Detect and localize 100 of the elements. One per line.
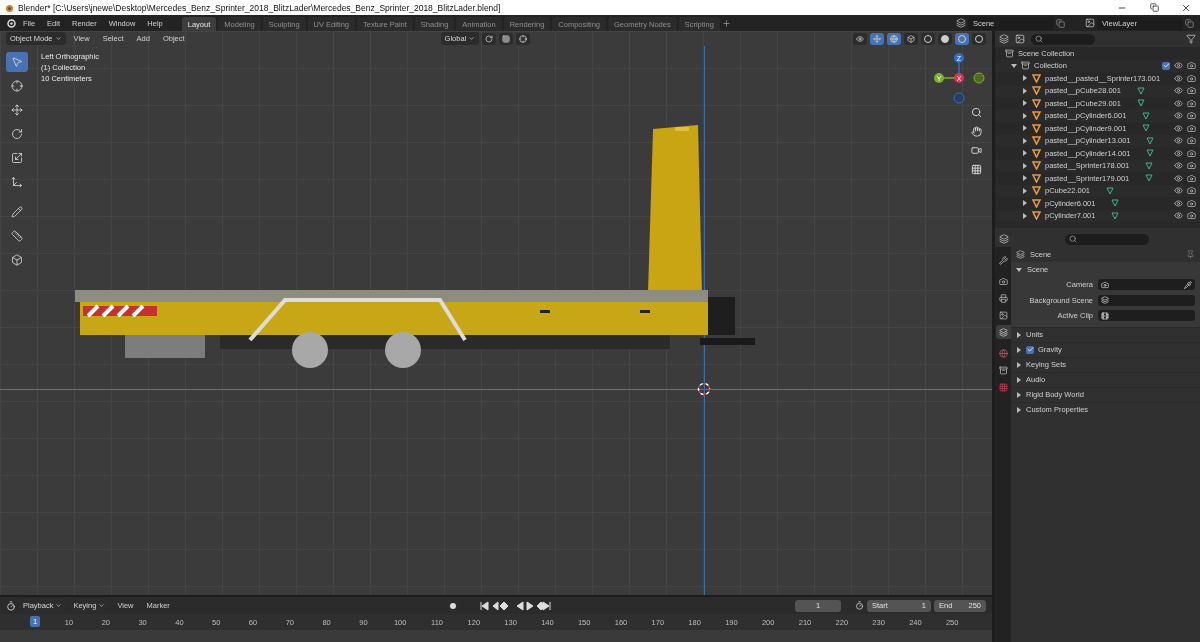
checker-icon — [998, 382, 1008, 392]
scale-icon — [11, 152, 23, 164]
playback-controls-icon[interactable] — [478, 600, 551, 611]
proportional-button[interactable] — [516, 32, 531, 45]
globe-icon — [998, 348, 1008, 358]
collection-icon — [1005, 48, 1014, 58]
camera-icon — [998, 276, 1008, 286]
restore-icon — [1149, 3, 1159, 12]
eye-icon — [1174, 136, 1183, 146]
caret-icon — [98, 602, 106, 609]
editor-type-icon[interactable] — [6, 600, 16, 611]
wrench-icon — [998, 255, 1008, 265]
field-input[interactable] — [1098, 310, 1195, 322]
shading-button[interactable] — [955, 32, 969, 45]
pivot-button[interactable] — [482, 32, 497, 45]
rotate-icon — [11, 128, 23, 140]
camera-icon — [1187, 123, 1196, 133]
eye-icon — [856, 34, 864, 43]
eye-icon — [1174, 186, 1183, 196]
expand-toggle[interactable] — [1016, 346, 1022, 353]
scene-tab[interactable] — [995, 325, 1011, 339]
caret-icon — [468, 35, 476, 42]
expand-toggle[interactable] — [1016, 376, 1022, 383]
archive-icon — [998, 365, 1008, 375]
grid-icon — [970, 163, 982, 175]
eye-icon — [1174, 211, 1183, 221]
transform-icon — [11, 176, 23, 188]
camera-icon — [1187, 73, 1196, 83]
printer-icon — [998, 293, 1008, 303]
shading-button[interactable] — [938, 32, 952, 45]
check-icon — [1026, 346, 1034, 353]
eye-icon — [1174, 123, 1183, 133]
duplicate-icon — [1056, 18, 1065, 28]
timeline-track[interactable] — [0, 630, 992, 642]
checkbox[interactable] — [1026, 345, 1034, 354]
zoom-button[interactable] — [969, 105, 983, 119]
camera-icon — [1187, 148, 1196, 158]
display-mode-icon — [999, 34, 1009, 44]
camera-icon — [1187, 161, 1196, 171]
camera-icon — [1101, 280, 1109, 289]
field-input[interactable] — [1098, 294, 1195, 306]
camera-icon — [1187, 98, 1196, 108]
expand-toggle[interactable] — [1016, 391, 1022, 398]
editor-type-icon — [999, 234, 1009, 244]
eye-icon — [1174, 161, 1183, 171]
camera-icon — [1187, 186, 1196, 196]
layers-icon — [998, 327, 1008, 337]
annotate-icon — [11, 206, 23, 218]
visibility-button[interactable] — [853, 32, 867, 45]
expand-toggle[interactable] — [1011, 62, 1017, 69]
scene-icon — [956, 18, 966, 28]
expand-toggle[interactable] — [1016, 361, 1022, 368]
search-field[interactable] — [1031, 33, 1095, 45]
add-icon — [11, 254, 23, 266]
cursor-icon — [11, 80, 23, 92]
crosshair-icon — [519, 34, 528, 43]
rotate-icon — [485, 34, 494, 43]
globe-icon — [890, 34, 898, 43]
expand-toggle[interactable] — [1016, 331, 1022, 338]
search-field[interactable] — [1065, 233, 1149, 245]
gizmo-button[interactable] — [870, 32, 884, 45]
shading-button[interactable] — [972, 32, 986, 45]
hand-icon — [970, 125, 982, 137]
eye-icon — [1174, 86, 1183, 96]
zoom-icon — [970, 106, 982, 118]
camera-icon — [1187, 136, 1196, 146]
eye-icon — [1174, 173, 1183, 183]
pan-button[interactable] — [969, 124, 983, 138]
view-icon — [1015, 34, 1025, 44]
window-title: Blender* [C:\Users\jnewe\Desktop\Mercedes_Benz_Sprinter_2018_BlitzLader\Mercedes_Benz_Sprinter_2018_BlitzLader.blend] — [18, 2, 502, 13]
grid-icon — [502, 34, 511, 43]
expand-toggle[interactable] — [1016, 406, 1022, 413]
blender-logo-icon — [4, 2, 14, 13]
cube-icon — [907, 34, 915, 43]
move-icon — [11, 104, 23, 116]
video-camera-icon — [970, 144, 982, 156]
blender-logo-icon[interactable] — [6, 18, 16, 28]
checkbox[interactable] — [1162, 61, 1170, 70]
layers-icon — [1016, 250, 1025, 259]
grid-view-button[interactable] — [969, 162, 983, 176]
shading-button[interactable] — [921, 32, 935, 45]
field-input[interactable] — [1098, 279, 1195, 291]
xray-button[interactable] — [904, 32, 918, 45]
eye-icon — [1174, 111, 1183, 121]
eye-icon — [1174, 148, 1183, 158]
select-tool-button[interactable] — [6, 52, 28, 72]
search-icon — [1069, 235, 1077, 243]
view-layer-icon — [1085, 18, 1095, 28]
move-icon — [873, 34, 881, 43]
eye-icon — [1174, 198, 1183, 208]
add-workspace-icon[interactable] — [721, 18, 731, 28]
expand-toggle[interactable] — [1016, 266, 1022, 273]
record-icon — [449, 602, 456, 609]
layers-icon — [1101, 296, 1109, 305]
filter-icon — [1186, 34, 1196, 44]
image-icon — [998, 310, 1008, 320]
camera-icon — [1187, 61, 1196, 71]
measure-icon — [11, 230, 23, 242]
overlay-button[interactable] — [887, 32, 901, 45]
snap-button[interactable] — [499, 32, 514, 45]
